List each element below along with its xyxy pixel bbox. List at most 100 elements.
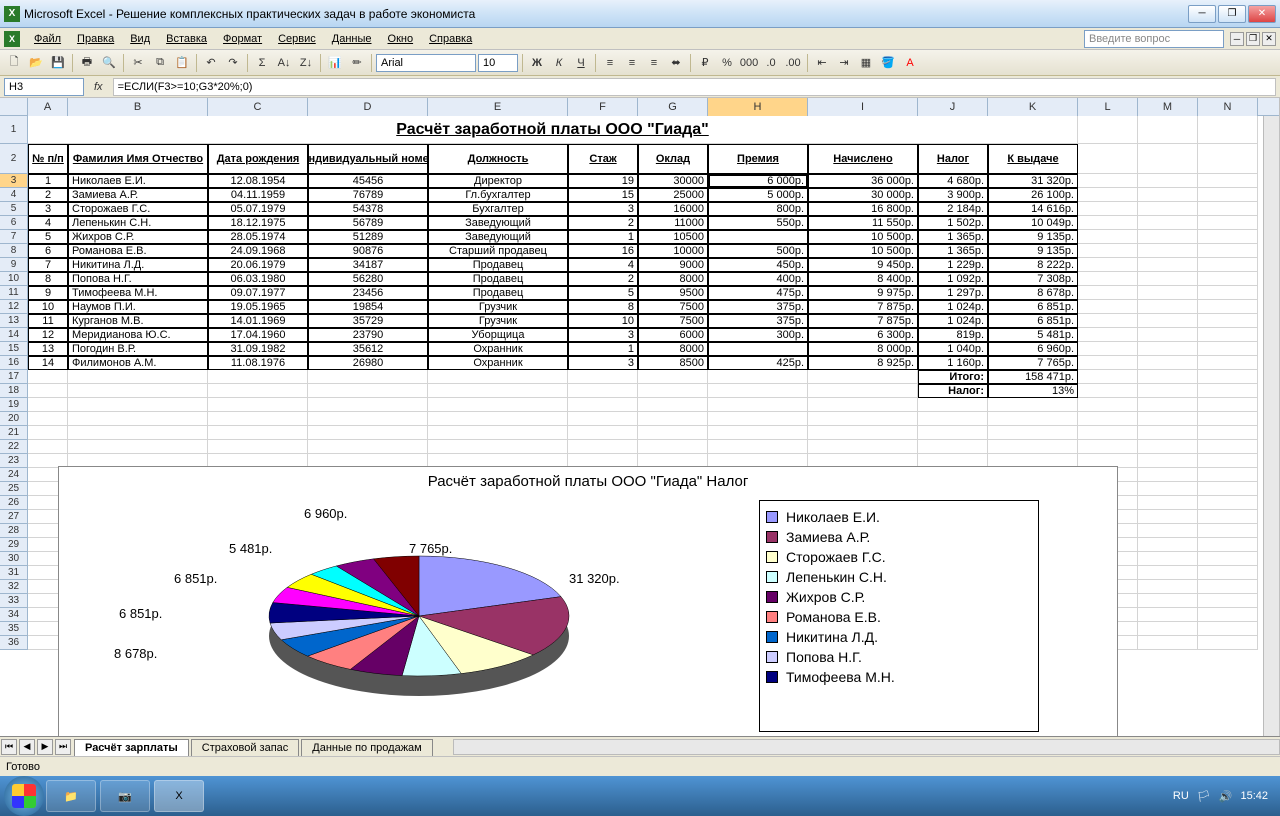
cell-C22[interactable] — [208, 440, 308, 454]
row-header[interactable]: 3 — [0, 174, 28, 188]
cell-N26[interactable] — [1198, 496, 1258, 510]
cell-E10[interactable]: Продавец — [428, 272, 568, 286]
cell-A2[interactable]: № п/п — [28, 144, 68, 174]
cell-L4[interactable] — [1078, 188, 1138, 202]
menu-данные[interactable]: Данные — [324, 31, 380, 47]
row-header[interactable]: 19 — [0, 398, 28, 412]
sum-icon[interactable]: Σ — [252, 53, 272, 73]
font-size-select[interactable] — [478, 54, 518, 72]
sort-desc-icon[interactable]: Z↓ — [296, 53, 316, 73]
decrease-decimal-icon[interactable]: .0 — [761, 53, 781, 73]
cell-E19[interactable] — [428, 398, 568, 412]
borders-icon[interactable]: ▦ — [856, 53, 876, 73]
cell-E9[interactable]: Продавец — [428, 258, 568, 272]
cell-N6[interactable] — [1198, 216, 1258, 230]
cell-E18[interactable] — [428, 384, 568, 398]
bold-icon[interactable]: Ж — [527, 53, 547, 73]
fx-icon[interactable]: fx — [88, 81, 109, 93]
vertical-scrollbar[interactable] — [1263, 116, 1279, 736]
menu-вид[interactable]: Вид — [122, 31, 158, 47]
row-header[interactable]: 20 — [0, 412, 28, 426]
cell-K13[interactable]: 6 851р. — [988, 314, 1078, 328]
row-header[interactable]: 30 — [0, 552, 28, 566]
cell-N19[interactable] — [1198, 398, 1258, 412]
help-search-box[interactable]: Введите вопрос — [1084, 30, 1224, 48]
cell-D9[interactable]: 34187 — [308, 258, 428, 272]
cell-D17[interactable] — [308, 370, 428, 384]
cell-D3[interactable]: 45456 — [308, 174, 428, 188]
cell-I4[interactable]: 30 000р. — [808, 188, 918, 202]
cell-I11[interactable]: 9 975р. — [808, 286, 918, 300]
cell-B12[interactable]: Наумов П.И. — [68, 300, 208, 314]
cell-F3[interactable]: 19 — [568, 174, 638, 188]
cell-A20[interactable] — [28, 412, 68, 426]
cell-G12[interactable]: 7500 — [638, 300, 708, 314]
cell-A13[interactable]: 11 — [28, 314, 68, 328]
column-header-H[interactable]: H — [708, 98, 808, 116]
cell-C4[interactable]: 04.11.1959 — [208, 188, 308, 202]
cell-G11[interactable]: 9500 — [638, 286, 708, 300]
cell-J2[interactable]: Налог — [918, 144, 988, 174]
cell-M8[interactable] — [1138, 244, 1198, 258]
cell-N8[interactable] — [1198, 244, 1258, 258]
cell-C19[interactable] — [208, 398, 308, 412]
cell-M21[interactable] — [1138, 426, 1198, 440]
cell-K20[interactable] — [988, 412, 1078, 426]
cell-M10[interactable] — [1138, 272, 1198, 286]
taskbar-item[interactable]: X — [154, 780, 204, 812]
tray-volume-icon[interactable]: 🔊 — [1219, 790, 1233, 803]
cell-N30[interactable] — [1198, 552, 1258, 566]
tab-next-icon[interactable]: ▶ — [37, 739, 53, 755]
cell-E8[interactable]: Старший продавец — [428, 244, 568, 258]
cell-K22[interactable] — [988, 440, 1078, 454]
cell-G9[interactable]: 9000 — [638, 258, 708, 272]
row-header[interactable]: 14 — [0, 328, 28, 342]
cell-B20[interactable] — [68, 412, 208, 426]
cell-B5[interactable]: Сторожаев Г.С. — [68, 202, 208, 216]
cell-L3[interactable] — [1078, 174, 1138, 188]
cell-G13[interactable]: 7500 — [638, 314, 708, 328]
cell-F13[interactable]: 10 — [568, 314, 638, 328]
cell-A21[interactable] — [28, 426, 68, 440]
cell-I21[interactable] — [808, 426, 918, 440]
cell-D8[interactable]: 90876 — [308, 244, 428, 258]
cell-I13[interactable]: 7 875р. — [808, 314, 918, 328]
cell-F19[interactable] — [568, 398, 638, 412]
cell-G5[interactable]: 16000 — [638, 202, 708, 216]
cell-M36[interactable] — [1138, 636, 1198, 650]
cell-E15[interactable]: Охранник — [428, 342, 568, 356]
cell-N13[interactable] — [1198, 314, 1258, 328]
spreadsheet-grid[interactable]: ABCDEFGHIJKLMN 1234567891011121314151617… — [0, 98, 1280, 736]
cell-L10[interactable] — [1078, 272, 1138, 286]
row-header[interactable]: 10 — [0, 272, 28, 286]
cell-F21[interactable] — [568, 426, 638, 440]
cell-C2[interactable]: Дата рождения — [208, 144, 308, 174]
cell-M3[interactable] — [1138, 174, 1198, 188]
cell-D4[interactable]: 76789 — [308, 188, 428, 202]
indent-left-icon[interactable]: ⇤ — [812, 53, 832, 73]
cell-G16[interactable]: 8500 — [638, 356, 708, 370]
start-button[interactable] — [4, 776, 44, 816]
cell-J21[interactable] — [918, 426, 988, 440]
cell-J15[interactable]: 1 040р. — [918, 342, 988, 356]
cell-J20[interactable] — [918, 412, 988, 426]
doc-restore-button[interactable]: ❐ — [1246, 32, 1260, 46]
cell-C6[interactable]: 18.12.1975 — [208, 216, 308, 230]
select-all-corner[interactable] — [0, 98, 28, 116]
cell-E16[interactable]: Охранник — [428, 356, 568, 370]
cell-D7[interactable]: 51289 — [308, 230, 428, 244]
print-icon[interactable]: 🖶 — [77, 53, 97, 73]
cell-J9[interactable]: 1 229р. — [918, 258, 988, 272]
tab-first-icon[interactable]: ⏮ — [1, 739, 17, 755]
cell-A18[interactable] — [28, 384, 68, 398]
cell-H2[interactable]: Премия — [708, 144, 808, 174]
cell-C15[interactable]: 31.09.1982 — [208, 342, 308, 356]
cell-C11[interactable]: 09.07.1977 — [208, 286, 308, 300]
taskbar-item[interactable]: 📁 — [46, 780, 96, 812]
cell-H8[interactable]: 500р. — [708, 244, 808, 258]
cell-M17[interactable] — [1138, 370, 1198, 384]
cell-C21[interactable] — [208, 426, 308, 440]
row-header[interactable]: 27 — [0, 510, 28, 524]
cell-H5[interactable]: 800р. — [708, 202, 808, 216]
cell-L1[interactable] — [1078, 116, 1138, 144]
